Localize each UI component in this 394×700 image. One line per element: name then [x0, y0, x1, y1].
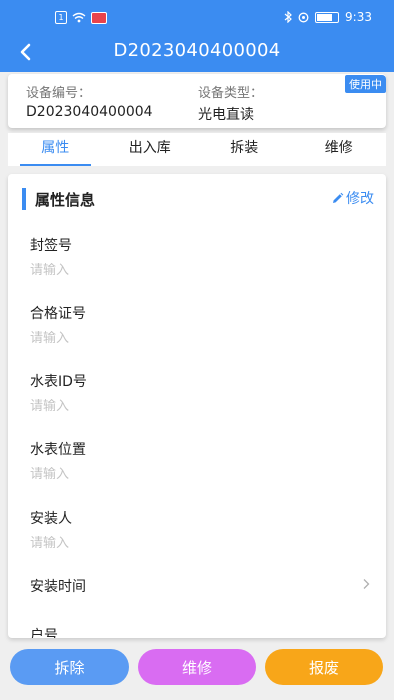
- field-label: 合格证号: [30, 306, 86, 322]
- field-label: 水表ID号: [30, 374, 87, 390]
- section-header: 属性信息 修改: [8, 188, 386, 210]
- tab-attributes[interactable]: 属性: [8, 133, 103, 166]
- repair-button[interactable]: 维修: [138, 649, 256, 685]
- field-label: 安装人: [30, 511, 72, 527]
- pencil-icon: [333, 192, 344, 203]
- field-label: 水表位置: [30, 442, 86, 458]
- field-install-time[interactable]: 安装时间: [30, 576, 370, 596]
- device-no-block: 设备编号： D2023040400004: [26, 82, 153, 120]
- edit-label: 修改: [346, 191, 374, 207]
- field-meter-id: 水表ID号: [30, 371, 370, 414]
- installer-input[interactable]: [30, 536, 330, 551]
- attributes-panel: 属性信息 修改 封签号 合格证号 水表ID号 水表位置 安装人 安装时间 户号: [8, 174, 386, 638]
- edit-button[interactable]: 修改: [331, 188, 374, 208]
- field-seal-no: 封签号: [30, 235, 370, 278]
- scrap-button[interactable]: 报废: [265, 649, 383, 685]
- device-no-label: 设备编号：: [26, 86, 92, 101]
- header: D2023040400004: [0, 36, 394, 72]
- remove-button[interactable]: 拆除: [10, 649, 129, 685]
- device-type-value: 光电直读: [198, 107, 254, 123]
- status-time: 9:33: [345, 10, 372, 24]
- chevron-right-icon: [363, 579, 370, 589]
- wifi-icon: [72, 12, 86, 23]
- section-title: 属性信息: [35, 191, 96, 209]
- field-label: 户号: [30, 628, 58, 638]
- status-badge: 使用中: [345, 75, 386, 93]
- meter-location-input[interactable]: [30, 467, 330, 482]
- top-bar: 1 9:33 D2023040400004: [0, 0, 394, 72]
- certificate-no-input[interactable]: [30, 331, 330, 346]
- tab-bar: 属性 出入库 拆装 维修: [8, 133, 386, 166]
- tab-repair[interactable]: 维修: [292, 133, 387, 166]
- field-meter-location: 水表位置: [30, 439, 370, 482]
- status-bar: 1 9:33: [0, 0, 394, 36]
- device-type-block: 设备类型： 光电直读: [198, 82, 263, 124]
- tab-install-remove[interactable]: 拆装: [197, 133, 292, 166]
- notification-icon: [91, 11, 107, 24]
- sim-icon: 1: [55, 11, 67, 24]
- field-account-no: 户号: [30, 625, 370, 638]
- field-installer: 安装人: [30, 508, 370, 551]
- location-icon: [298, 12, 309, 22]
- action-bar: 拆除 维修 报废: [0, 645, 394, 700]
- bluetooth-icon: [284, 11, 292, 23]
- meter-id-input[interactable]: [30, 399, 330, 414]
- field-label: 封签号: [30, 238, 72, 254]
- device-no-value: D2023040400004: [26, 104, 153, 120]
- field-certificate-no: 合格证号: [30, 303, 370, 346]
- section-accent-bar: [22, 188, 26, 210]
- device-type-label: 设备类型：: [198, 86, 264, 101]
- battery-icon: [315, 11, 340, 23]
- seal-no-input[interactable]: [30, 263, 330, 278]
- tab-stock-in-out[interactable]: 出入库: [103, 133, 198, 166]
- device-info-card: 使用中 设备编号： D2023040400004 设备类型： 光电直读: [8, 74, 386, 128]
- field-label: 安装时间: [30, 579, 86, 595]
- page-title: D2023040400004: [113, 40, 281, 61]
